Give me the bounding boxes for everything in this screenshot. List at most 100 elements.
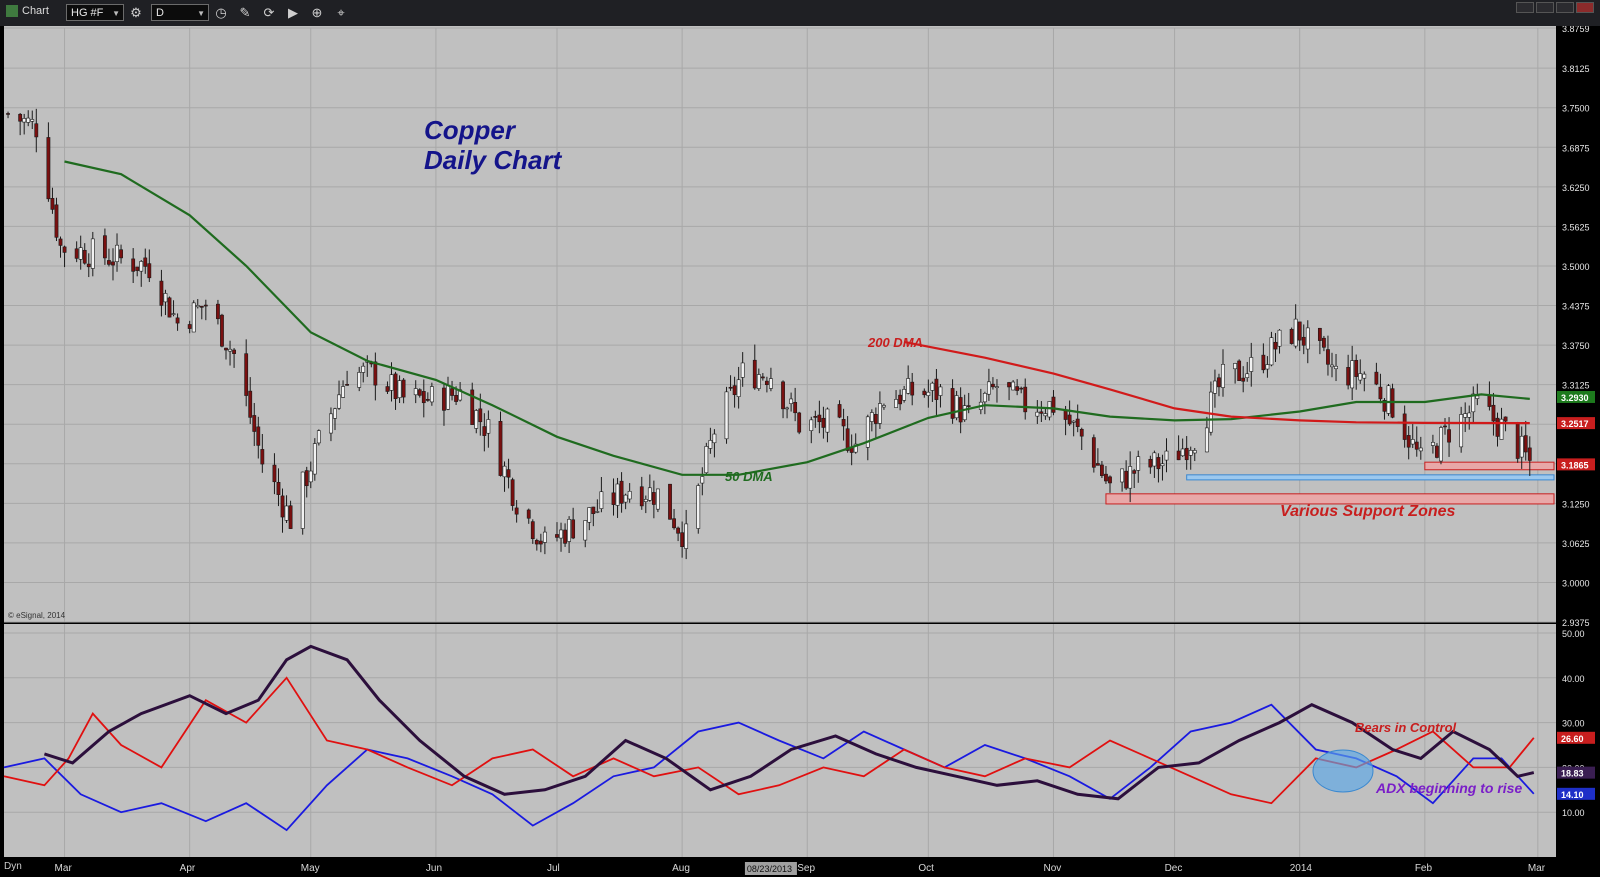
clock-icon[interactable]: ◷ — [212, 4, 230, 22]
candle-body — [1132, 470, 1137, 474]
maximize-button[interactable] — [1556, 2, 1574, 13]
candle-body — [1071, 420, 1076, 423]
candle-body — [199, 305, 204, 308]
candle-body — [728, 386, 733, 389]
candle-body — [333, 408, 337, 419]
candle-body — [1075, 418, 1080, 427]
candle-body — [700, 476, 705, 484]
candle-body — [1414, 441, 1419, 450]
candle-body — [280, 495, 285, 518]
candle-body — [171, 313, 176, 315]
candle-body — [1305, 327, 1310, 350]
candle-body — [1277, 329, 1282, 347]
candle-body — [421, 391, 426, 404]
candle-body — [680, 532, 685, 547]
candle-body — [712, 433, 717, 444]
window-controls — [1514, 0, 1594, 13]
bears-in-control-label: Bears in Control — [1355, 720, 1457, 735]
candle-body — [619, 480, 624, 504]
candle-body — [425, 398, 430, 401]
candle-body — [530, 521, 535, 540]
app-title: Chart — [6, 5, 49, 18]
candle-body — [534, 540, 539, 545]
y-tick-label: 3.5000 — [1562, 262, 1590, 272]
restore-button[interactable] — [1536, 2, 1554, 13]
candle-body — [498, 421, 503, 476]
candle-body — [1463, 413, 1468, 418]
candle-body — [216, 303, 220, 320]
chart-canvas[interactable]: Mar Apr May Jun Jul Aug Sep Oct Nov Dec 2014 Feb Mar… — [0, 26, 1600, 877]
candle-body — [341, 386, 345, 398]
candle-body — [300, 471, 305, 529]
adx-rising-label: ADX beginning to rise — [1375, 780, 1522, 796]
candle-body — [825, 408, 830, 433]
candle-body — [1241, 377, 1246, 382]
candle-body — [135, 266, 140, 271]
interval-select[interactable]: D ▼ — [151, 4, 209, 21]
zoom-icon[interactable]: ⊕ — [308, 4, 326, 22]
play-icon[interactable]: ▶ — [284, 4, 302, 22]
candle-body — [837, 404, 842, 418]
candle-body — [740, 362, 745, 378]
candle-body — [1293, 318, 1298, 347]
close-button[interactable] — [1576, 2, 1594, 13]
chevron-down-icon: ▼ — [112, 9, 120, 18]
candle-body — [1051, 396, 1056, 413]
indicator-name-tab[interactable]: Dyn — [0, 857, 38, 877]
candle-body — [510, 479, 515, 506]
candle-body — [1515, 423, 1520, 459]
candle-body — [514, 507, 519, 515]
candle-body — [623, 494, 628, 503]
candle-body — [58, 238, 63, 246]
candle-body — [357, 372, 362, 388]
candle-body — [337, 394, 341, 409]
symbol-select[interactable]: HG #F ▼ — [66, 4, 124, 21]
candle-body — [1152, 452, 1157, 467]
candle-body — [224, 347, 228, 351]
candle-body — [413, 388, 418, 396]
candle-body — [1354, 359, 1359, 377]
candle-body — [1100, 464, 1104, 476]
candle-body — [1120, 468, 1124, 483]
candle-body — [22, 118, 27, 123]
candle-body — [1443, 425, 1447, 428]
candle-body — [82, 249, 87, 264]
candle-body — [1386, 385, 1391, 414]
y-tick-label: 2.9375 — [1562, 618, 1590, 628]
tag-icon[interactable]: ⌖ — [332, 4, 350, 22]
candle-body — [1007, 382, 1011, 388]
candle-body — [143, 257, 148, 267]
candle-body — [813, 416, 818, 418]
candle-body — [793, 402, 798, 414]
indicator-name: Dyn — [4, 861, 22, 872]
candle-body — [1334, 365, 1338, 370]
price-panel[interactable] — [4, 26, 1556, 622]
settings-icon[interactable]: ⚙ — [127, 4, 145, 22]
candle-body — [1237, 360, 1242, 381]
candle-body — [119, 249, 123, 259]
candle-body — [30, 119, 35, 122]
candle-body — [1217, 377, 1221, 388]
minimize-button[interactable] — [1516, 2, 1534, 13]
candle-body — [248, 390, 253, 418]
refresh-icon[interactable]: ⟳ — [260, 4, 278, 22]
candle-body — [1095, 463, 1100, 466]
candle-body — [1128, 466, 1133, 489]
candle-body — [559, 529, 563, 539]
pencil-icon[interactable]: ✎ — [236, 4, 254, 22]
x-tick-label: Aug — [672, 863, 690, 874]
candle-body — [538, 540, 543, 545]
candle-body — [1221, 364, 1225, 388]
candle-body — [656, 488, 660, 510]
candle-body — [506, 469, 511, 478]
candle-body — [1124, 470, 1129, 489]
candle-body — [756, 374, 761, 389]
candle-body — [474, 410, 479, 429]
candle-body — [1406, 435, 1411, 448]
candle-body — [938, 386, 943, 396]
candle-body — [361, 365, 366, 373]
candle-body — [639, 486, 644, 507]
candle-body — [103, 235, 107, 259]
value-badge-label: 18.83 — [1561, 769, 1584, 779]
candle-body — [1431, 441, 1435, 446]
